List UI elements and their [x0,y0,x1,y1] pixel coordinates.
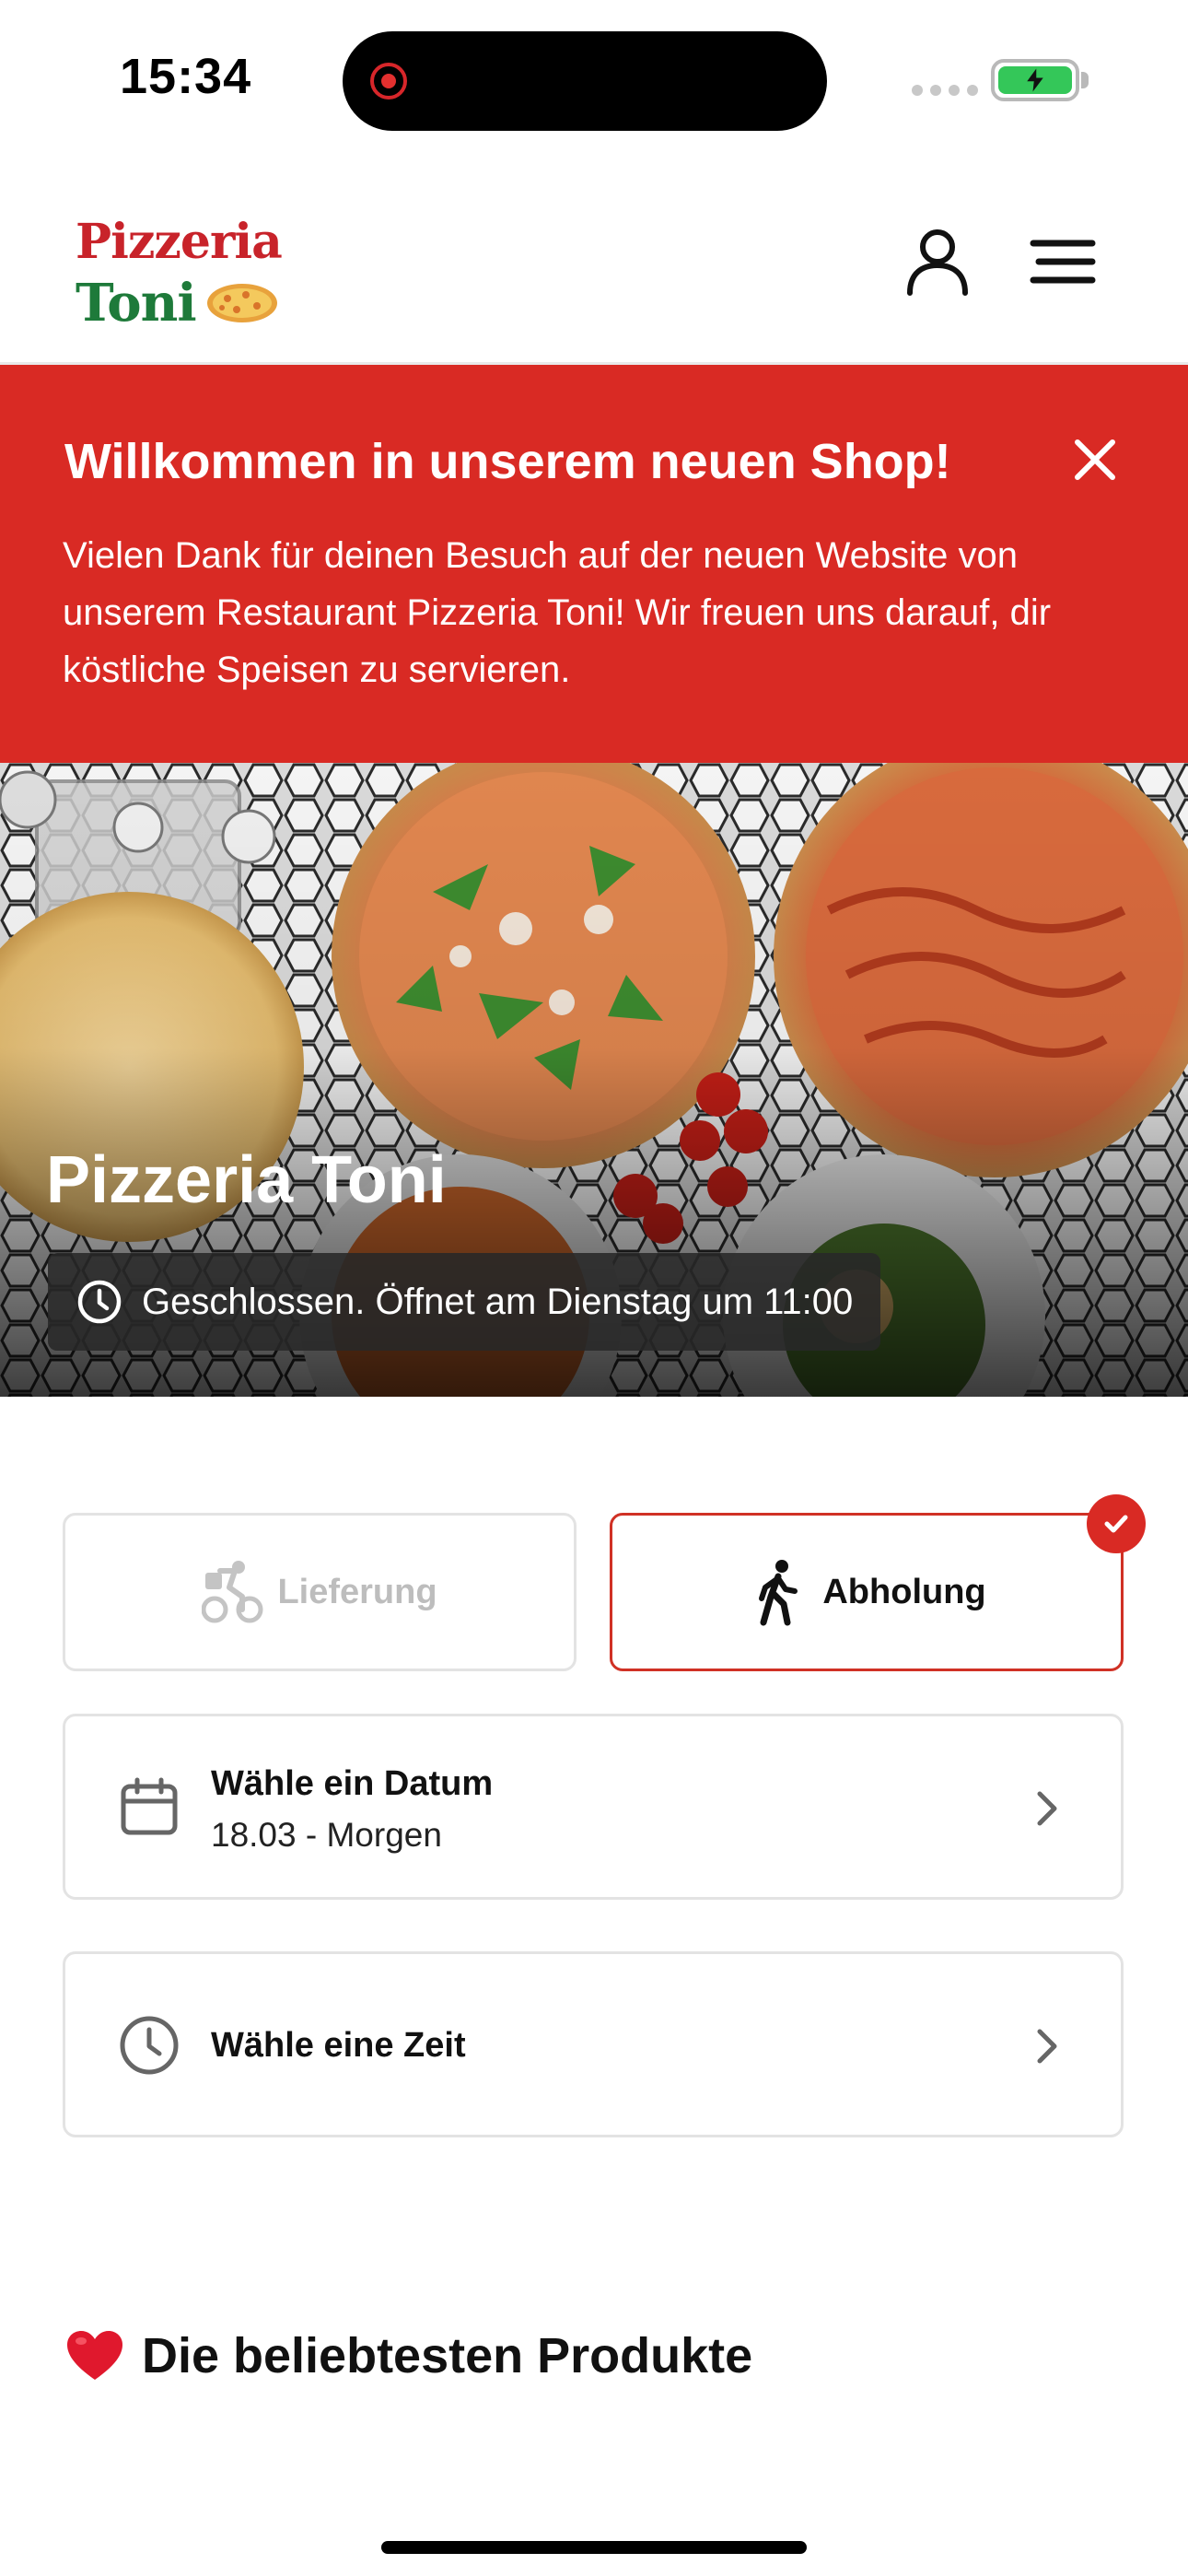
section-title: Die beliebtesten Produkte [64,2327,752,2384]
bike-icon [202,1561,263,1623]
date-selector-title: Wähle ein Datum [211,1764,494,1803]
delivery-option-button[interactable]: Lieferung [63,1513,577,1671]
battery-icon [991,59,1079,101]
logo-line1: Pizzeria [76,214,283,270]
heart-icon [67,2331,122,2380]
pickup-label: Abholung [822,1572,986,1611]
account-icon[interactable] [899,223,976,300]
home-indicator [381,2541,807,2554]
walking-icon [759,1560,798,1626]
chevron-right-icon [1037,2029,1057,2064]
status-bar: 15:34 [0,0,1188,157]
banner-title: Willkommen in unserem neuen Shop! [64,434,951,489]
status-time: 15:34 [120,49,252,104]
pizza-logo-icon [206,284,277,322]
menu-icon[interactable] [1024,223,1101,300]
section-title-text: Die beliebtesten Produkte [142,2328,753,2383]
signal-icon [912,85,978,96]
battery-cap [1081,72,1089,88]
clock-icon [77,1280,122,1324]
calendar-icon [121,1777,178,1835]
delivery-label: Lieferung [277,1572,437,1611]
logo[interactable]: Pizzeria Toni [76,212,283,334]
banner-text: Vielen Dank für deinen Besuch auf der ne… [63,535,1052,690]
time-selector[interactable]: Wähle eine Zeit [63,1951,1124,2137]
site-header: Pizzeria Toni [0,157,1188,365]
logo-line2: Toni [76,273,197,334]
date-selector[interactable]: Wähle ein Datum 18.03 - Morgen [63,1714,1124,1900]
selected-check-icon [1087,1494,1146,1553]
hero-image: Pizzeria Toni Geschlossen. Öffnet am Die… [0,763,1188,1397]
opening-status-text: Geschlossen. Öffnet am Dienstag um 11:00 [142,1281,854,1322]
dynamic-island [343,31,827,131]
close-icon[interactable] [1063,427,1127,492]
chevron-right-icon [1037,1791,1057,1826]
recording-icon [370,63,407,100]
hero-title: Pizzeria Toni [46,1143,447,1217]
time-selector-title: Wähle eine Zeit [211,2026,466,2065]
pickup-option-button[interactable]: Abholung [610,1513,1124,1671]
opening-status-badge: Geschlossen. Öffnet am Dienstag um 11:00 [48,1253,881,1351]
date-selector-value: 18.03 - Morgen [211,1816,442,1854]
clock-icon [120,2016,179,2075]
welcome-banner: Willkommen in unserem neuen Shop! Vielen… [0,365,1188,763]
